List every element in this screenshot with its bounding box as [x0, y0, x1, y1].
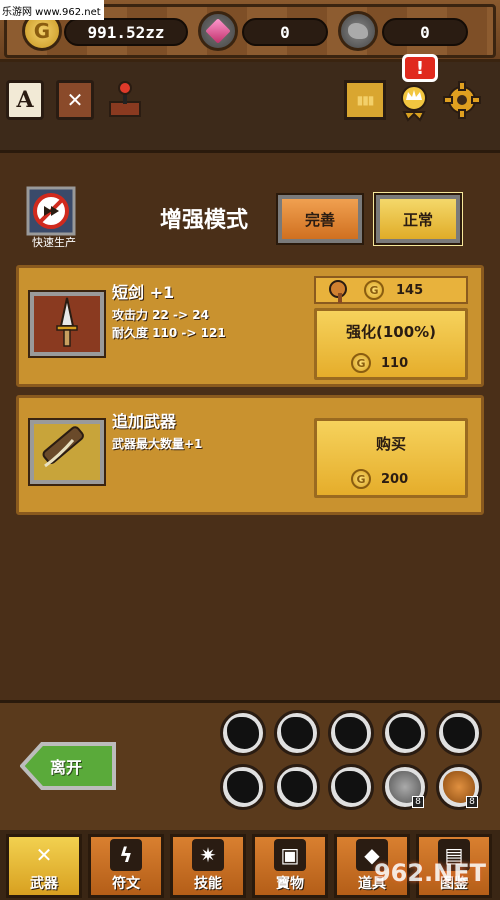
add-weapon-frame	[28, 418, 106, 486]
joystick-icon	[109, 81, 141, 117]
weapon-book-button[interactable]	[56, 80, 94, 120]
achievement-a-button[interactable]: A	[6, 80, 44, 120]
gold-coin-letter: G	[33, 19, 51, 43]
leave-label: 离开	[50, 758, 83, 777]
quick-produce-label: 快速生产	[32, 236, 76, 249]
ore-icon	[338, 11, 378, 51]
gold-coin-icon-small: G	[351, 469, 371, 489]
mode-normal-button[interactable]: 正常	[374, 193, 462, 245]
crown-medal-button[interactable]	[396, 82, 432, 122]
tab-weapons[interactable]: ✕ 武器	[6, 834, 82, 898]
quick-produce-icon	[26, 186, 76, 236]
material-slot[interactable]	[382, 710, 428, 756]
gem-icon	[198, 11, 238, 51]
gear-icon	[443, 81, 481, 119]
mode-title: 增强模式	[160, 208, 249, 233]
extra-cost-box: G 145	[314, 276, 468, 304]
tab-treasure[interactable]: ▣ 寶物	[252, 834, 328, 898]
hammer-icon	[329, 280, 347, 303]
tab-label: 武器	[30, 876, 58, 892]
material-slot[interactable]	[220, 710, 266, 756]
material-slot[interactable]	[436, 710, 482, 756]
tab-skills[interactable]: ✷ 技能	[170, 834, 246, 898]
settings-button[interactable]	[442, 80, 482, 120]
quick-produce-button[interactable]	[26, 186, 78, 238]
gold-coin-icon-small: G	[364, 280, 384, 300]
material-slot[interactable]	[220, 764, 266, 810]
skill-icon: ✷	[192, 839, 224, 871]
gem-amount: 0	[242, 18, 328, 46]
ore-amount: 0	[382, 18, 468, 46]
gold-amount: 991.52zz	[64, 18, 188, 46]
site-logo-watermark: 962.NET	[373, 859, 487, 887]
sword-item-frame	[28, 290, 106, 358]
tab-label: 技能	[194, 876, 222, 892]
rune-icon: ϟ	[110, 839, 142, 871]
tab-label: 寶物	[276, 876, 304, 892]
extra-cost-value: 145	[396, 283, 424, 298]
add-weapon-desc: 武器最大数量+1	[112, 437, 203, 451]
enhance-price: 110	[381, 356, 409, 371]
enhance-button[interactable]: 强化(100%) G 110	[314, 308, 468, 380]
material-slot[interactable]	[274, 764, 320, 810]
tab-label: 符文	[112, 876, 140, 892]
sword-name: 短剑 +1	[112, 283, 175, 302]
sword-attack-stat: 攻击力 22 -> 24	[112, 308, 209, 322]
site-watermark: 乐游网 www.962.net	[0, 0, 104, 20]
sword-durability-stat: 耐久度 110 -> 121	[112, 326, 226, 340]
crossed-swords-icon: ✕	[35, 843, 53, 867]
material-slot[interactable]	[328, 764, 374, 810]
add-weapon-name: 追加武器	[112, 412, 177, 431]
slot-count-badge: 8	[412, 796, 424, 808]
enhance-label: 强化(100%)	[345, 323, 437, 341]
slot-count-badge: 8	[466, 796, 478, 808]
mode-perfect-button[interactable]: 完善	[276, 193, 364, 245]
buy-price: 200	[381, 472, 409, 487]
ranking-button[interactable]	[344, 80, 386, 120]
tab-runes[interactable]: ϟ 符文	[88, 834, 164, 898]
crown-icon	[401, 85, 427, 122]
material-slot[interactable]	[328, 710, 374, 756]
alert-badge: !	[402, 54, 438, 82]
dagger-icon	[56, 297, 78, 347]
treasure-chest-icon: ▣	[274, 839, 306, 871]
material-slot[interactable]	[274, 710, 320, 756]
gold-coin-icon-small: G	[351, 353, 371, 373]
joystick-button[interactable]	[106, 80, 144, 120]
buy-button[interactable]: 购买 G 200	[314, 418, 468, 498]
weapon-sheath-icon	[42, 426, 84, 468]
leave-button[interactable]: 离开	[20, 740, 116, 792]
buy-label: 购买	[375, 435, 406, 453]
